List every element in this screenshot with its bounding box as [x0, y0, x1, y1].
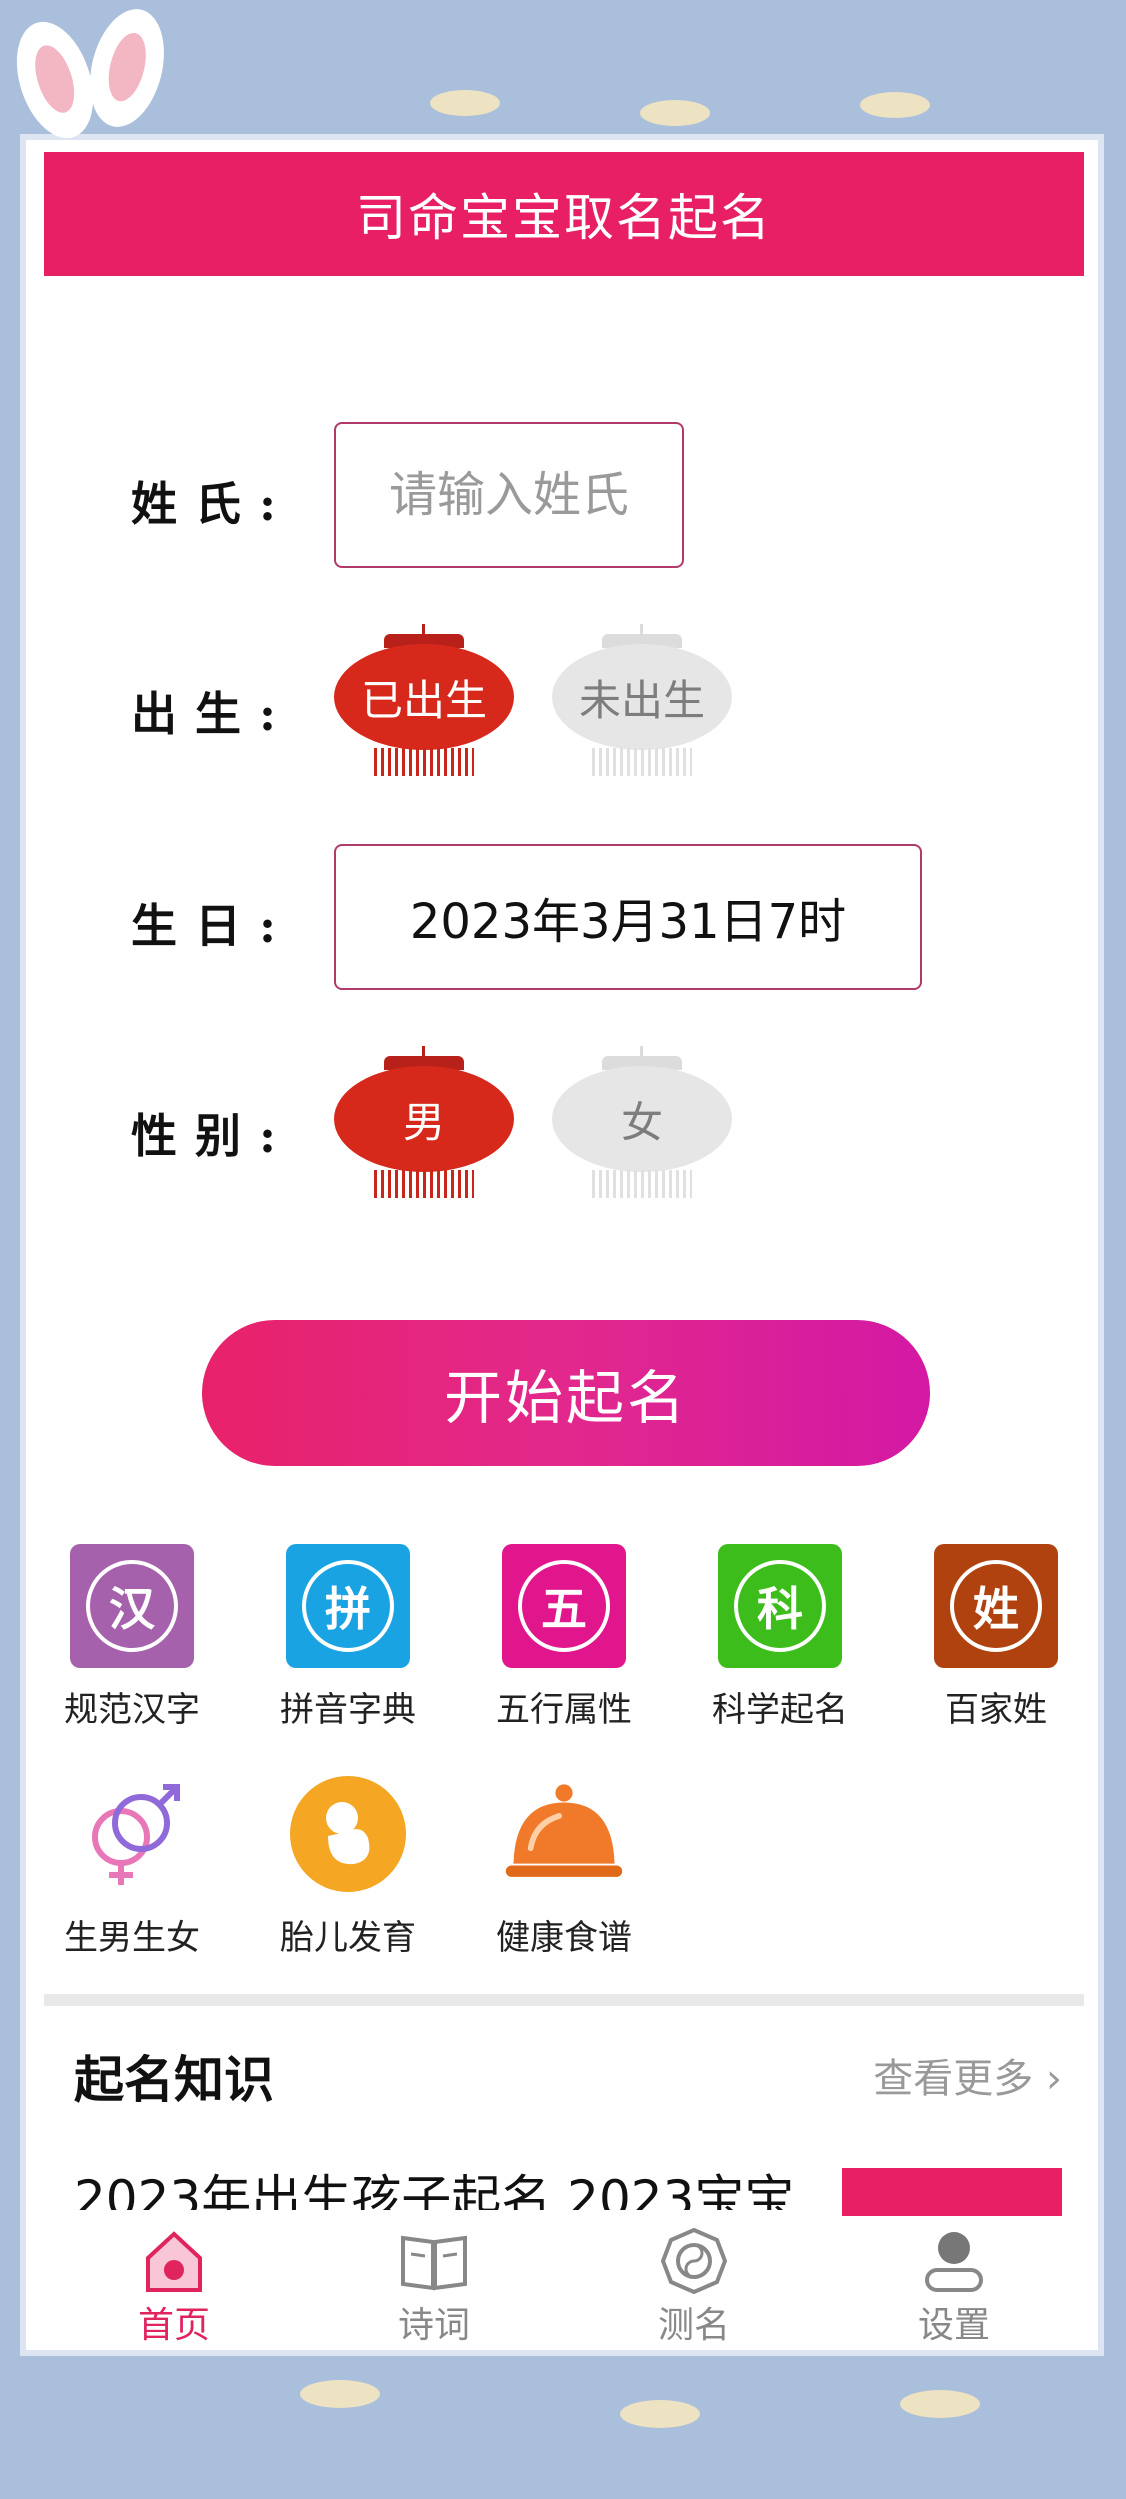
main-card: 司命宝宝取名起名 姓氏: 出生: 已出生 未出生 生日: 2023年3月31日7…: [26, 140, 1098, 2350]
tool-label: 拼音字典: [280, 1690, 416, 1730]
decor-blob: [860, 92, 930, 118]
section-divider: [44, 1994, 1084, 2006]
user-icon: [925, 2232, 983, 2292]
gender-female-option[interactable]: 女: [552, 1046, 732, 1212]
gender-symbol-icon: [70, 1772, 194, 1896]
born-option-label: 已出生: [334, 644, 514, 750]
tool-pinyin[interactable]: 拼 拼音字典: [258, 1544, 438, 1731]
home-icon: [146, 2231, 202, 2292]
tool-healthy-recipes[interactable]: 健康食谱: [474, 1772, 654, 1959]
tool-surnames[interactable]: 姓 百家姓: [906, 1544, 1086, 1731]
tool-gender-prediction[interactable]: 生男生女: [42, 1772, 222, 1959]
tab-poetry-label: 诗词: [397, 2305, 470, 2346]
chevron-right-icon: ›: [1046, 2056, 1062, 2102]
birthday-label: 生日:: [131, 899, 294, 953]
decor-blob: [620, 2400, 700, 2428]
gender-label: 性别:: [131, 1109, 294, 1163]
view-more-label: 查看更多: [873, 2056, 1034, 2102]
tab-settings[interactable]: 设置: [824, 2216, 1084, 2350]
tool-label: 规范汉字: [64, 1690, 200, 1730]
decor-blob: [900, 2390, 980, 2418]
bottom-tab-bar: 首页 诗词 测名 设置: [44, 2216, 1084, 2350]
page-title: 司命宝宝取名起名: [44, 152, 1084, 276]
unborn-option[interactable]: 未出生: [552, 624, 732, 790]
knowledge-title: 起名知识: [74, 2051, 274, 2109]
born-option[interactable]: 已出生: [334, 624, 514, 790]
gender-female-label: 女: [552, 1066, 732, 1172]
taiji-icon: [661, 2228, 727, 2294]
tool-hanzi[interactable]: 汉 规范汉字: [42, 1544, 222, 1731]
tool-label: 科学起名: [712, 1690, 848, 1730]
tab-home[interactable]: 首页: [44, 2216, 304, 2350]
surname-book-icon: 姓: [934, 1544, 1058, 1668]
article-thumbnail[interactable]: [842, 2168, 1062, 2216]
start-naming-button[interactable]: 开始起名: [202, 1320, 930, 1466]
gender-male-label: 男: [334, 1066, 514, 1172]
decor-blob: [300, 2380, 380, 2408]
tab-home-label: 首页: [137, 2305, 210, 2346]
book-icon: [401, 2235, 467, 2291]
birth-label: 出生:: [131, 687, 294, 741]
tool-wuxing[interactable]: 五 五行属性: [474, 1544, 654, 1731]
hanzi-icon: 汉: [70, 1544, 194, 1668]
surname-label: 姓氏:: [131, 477, 294, 531]
tool-science[interactable]: 科 科学起名: [690, 1544, 870, 1731]
tool-fetal-development[interactable]: 胎儿发育: [258, 1772, 438, 1959]
tool-label: 胎儿发育: [280, 1918, 416, 1958]
tab-name-test[interactable]: 测名: [564, 2216, 824, 2350]
tool-label: 生男生女: [64, 1918, 200, 1958]
pinyin-icon: 拼: [286, 1544, 410, 1668]
tool-label: 百家姓: [945, 1690, 1047, 1730]
food-dome-icon: [502, 1772, 626, 1896]
unborn-option-label: 未出生: [552, 644, 732, 750]
view-more-link[interactable]: 查看更多 ›: [873, 2046, 1062, 2104]
birthday-field[interactable]: 2023年3月31日7时: [334, 844, 922, 990]
article-title[interactable]: 2023年出生孩子起名 2023宝宝: [74, 2170, 834, 2210]
tool-label: 健康食谱: [496, 1918, 632, 1958]
tab-poetry[interactable]: 诗词: [304, 2216, 564, 2350]
tab-name-test-label: 测名: [657, 2305, 730, 2346]
fetus-icon: [286, 1772, 410, 1896]
tab-settings-label: 设置: [917, 2305, 990, 2346]
decor-blob: [430, 90, 500, 116]
birthday-value: 2023年3月31日7时: [409, 894, 847, 950]
science-icon: 科: [718, 1544, 842, 1668]
surname-input[interactable]: [336, 467, 682, 523]
tool-label: 五行属性: [496, 1690, 632, 1730]
decor-blob: [640, 100, 710, 126]
gender-male-option[interactable]: 男: [334, 1046, 514, 1212]
bunny-ear-icon: [78, 1, 176, 135]
wuxing-icon: 五: [502, 1544, 626, 1668]
surname-field-box: [334, 422, 684, 568]
